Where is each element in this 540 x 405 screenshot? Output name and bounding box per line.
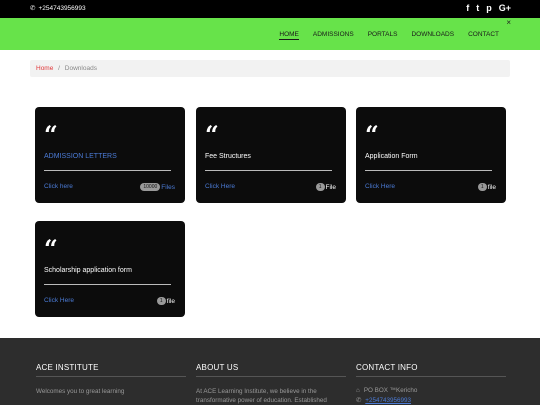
top-phone[interactable]: ✆ +254743956993 [30,4,86,13]
social-links: f t p G+ [466,3,511,14]
card-divider [365,170,492,171]
nav-downloads[interactable]: DOWNLOADS [411,31,454,40]
card-link[interactable]: Click Here [44,297,74,304]
download-card-scholarship-form: “ Scholarship application form Click Her… [35,221,185,317]
footer-title: CONTACT INFO [356,363,418,372]
footer-divider [36,376,186,377]
file-count-badge: 1 [477,183,487,191]
footer-col-contact: CONTACT INFO ⌂ PO BOX ™Kericho ✆ +254743… [356,363,506,404]
card-divider [44,170,171,171]
card-divider [44,284,171,285]
google-plus-icon[interactable]: G+ [499,3,511,14]
file-count: 1 file [156,297,175,305]
nav-home[interactable]: HOME [279,31,299,40]
file-count-badge: 1 [315,183,325,191]
footer-col-about: ABOUT US At ACE Learning Institute, we b… [196,363,346,405]
card-title: Application Form [365,153,418,160]
footer-title: ACE INSTITUTE [36,363,99,372]
close-icon[interactable]: × [506,18,511,27]
breadcrumb-home[interactable]: Home [36,65,53,72]
file-count: 10000 Files [140,183,175,191]
footer-text: At ACE Learning Institute, we believe in… [196,387,346,405]
breadcrumb-separator: / [58,65,60,72]
file-count: 1 file [477,183,496,191]
footer-phone-link[interactable]: +254743956993 [365,397,411,404]
footer-address: ⌂ PO BOX ™Kericho [356,387,506,394]
quote-icon: “ [44,234,58,263]
quote-icon: “ [205,120,219,149]
footer-divider [196,376,346,377]
phone-icon: ✆ [356,397,362,404]
footer-text: Welcomes you to great learning [36,388,125,395]
card-divider [205,170,332,171]
phone-icon: ✆ [30,5,36,12]
footer-about-line2: transformative power of education. Estab… [196,397,327,404]
download-card-admission-letters: “ ADMISSION LETTERS Click here 10000 Fil… [35,107,185,203]
nav-menu: HOME ADMISSIONS PORTALS DOWNLOADS CONTAC… [279,31,499,40]
card-link[interactable]: Click Here [365,183,395,190]
top-bar: ✆ +254743956993 f t p G+ [0,0,540,18]
file-count-label: Files [161,183,175,191]
footer-phone: ✆ +254743956993 [356,397,506,404]
card-link[interactable]: Click here [44,183,73,190]
breadcrumb-current: Downloads [64,65,97,72]
breadcrumb: Home / Downloads [30,60,510,77]
download-card-application-form: “ Application Form Click Here 1 file [356,107,506,203]
pinterest-icon[interactable]: p [486,3,492,14]
file-count-label: file [487,183,496,191]
file-count: 1 File [315,183,336,191]
card-title: Fee Structures [205,153,251,160]
card-title: Scholarship application form [44,267,132,274]
top-phone-number: +254743956993 [38,4,86,12]
footer-address-text: PO BOX ™Kericho [363,387,418,394]
main-navbar: × HOME ADMISSIONS PORTALS DOWNLOADS CONT… [0,18,540,50]
file-count-badge: 1 [156,297,166,305]
nav-admissions[interactable]: ADMISSIONS [313,31,354,40]
quote-icon: “ [44,120,58,149]
twitter-icon[interactable]: t [476,3,479,14]
home-icon: ⌂ [356,387,360,394]
footer: ACE INSTITUTE Welcomes you to great lear… [0,338,540,405]
footer-title: ABOUT US [196,363,239,372]
card-title: ADMISSION LETTERS [44,153,117,160]
facebook-icon[interactable]: f [466,3,469,14]
footer-col-institute: ACE INSTITUTE Welcomes you to great lear… [36,363,186,396]
file-count-label: file [166,297,175,305]
download-card-fee-structures: “ Fee Structures Click Here 1 File [196,107,346,203]
nav-portals[interactable]: PORTALS [368,31,398,40]
file-count-badge: 10000 [140,183,161,191]
footer-divider [356,376,506,377]
nav-contact[interactable]: CONTACT [468,31,499,40]
quote-icon: “ [365,120,379,149]
footer-about-line1: At ACE Learning Institute, we believe in… [196,388,317,395]
file-count-label: File [325,183,336,191]
card-link[interactable]: Click Here [205,183,235,190]
